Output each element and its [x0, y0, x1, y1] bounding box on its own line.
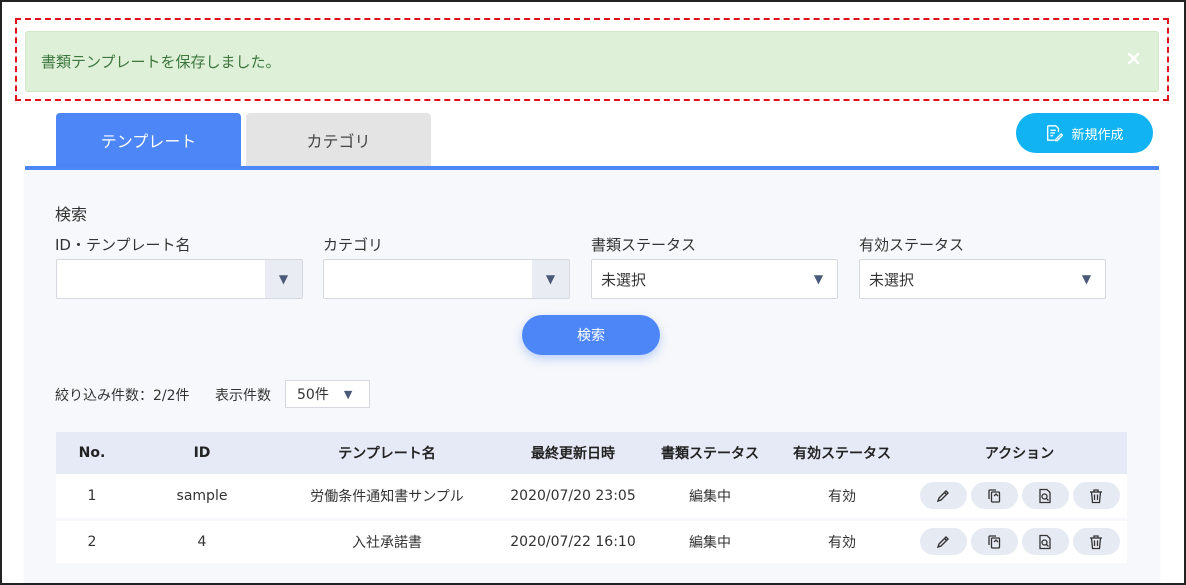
cell-actions: [912, 474, 1127, 519]
copy-button[interactable]: [970, 528, 1018, 555]
cell-active-status: 有効: [828, 488, 856, 505]
header-name: テンプレート名: [338, 446, 436, 462]
preview-icon: [1039, 488, 1051, 503]
field-label-active-status: 有効ステータス: [859, 236, 965, 254]
cell-name: 労働条件通知書サンプル: [310, 488, 464, 505]
template-table: No. ID テンプレート名 最終更新日時 書類ステータス 有効ステータス アク…: [56, 432, 1127, 566]
per-page-label: 表示件数: [215, 388, 271, 404]
cell-no: 2: [87, 533, 97, 550]
alert-message: 書類テンプレートを保存しました。: [41, 53, 281, 71]
header-actions: アクション: [984, 446, 1055, 462]
tab-template[interactable]: テンプレート: [56, 113, 241, 166]
edit-button[interactable]: [919, 482, 967, 510]
success-alert: 書類テンプレートを保存しました。 ×: [25, 31, 1159, 92]
cell-name: 入社承諾書: [352, 534, 422, 551]
header-active-status: 有効ステータス: [793, 446, 891, 462]
close-icon[interactable]: ×: [1125, 48, 1142, 68]
edit-button[interactable]: [919, 528, 967, 555]
cell-updated: 2020/07/22 16:10: [510, 533, 636, 550]
table-header-row: No. ID テンプレート名 最終更新日時 書類ステータス 有効ステータス アク…: [56, 432, 1127, 474]
cell-no: 1: [87, 487, 97, 504]
field-label-id-name: ID・テンプレート名: [55, 236, 191, 254]
preview-button[interactable]: [1021, 528, 1069, 555]
field-label-doc-status: 書類ステータス: [591, 236, 697, 254]
search-title: 検索: [55, 205, 88, 224]
header-doc-status: 書類ステータス: [661, 446, 759, 462]
active-status-value: 未選択: [869, 270, 915, 289]
category-combobox[interactable]: ▼: [323, 259, 570, 299]
search-button[interactable]: 検索: [522, 315, 660, 355]
chevron-down-icon: ▼: [1081, 272, 1092, 286]
pencil-icon: [936, 489, 949, 502]
document-edit-icon: [1047, 125, 1064, 142]
trash-icon: [1090, 489, 1102, 503]
doc-status-value: 未選択: [601, 270, 647, 289]
cell-updated: 2020/07/20 23:05: [510, 487, 636, 504]
cell-doc-status: 編集中: [689, 488, 731, 505]
header-id: ID: [193, 445, 211, 461]
cell-id: 4: [197, 533, 207, 550]
tab-category[interactable]: カテゴリ: [246, 113, 431, 166]
preview-icon: [1039, 534, 1051, 549]
active-status-select[interactable]: 未選択 ▼: [859, 259, 1106, 299]
filter-count: 絞り込み件数：2/2件: [55, 388, 190, 404]
chevron-down-icon: ▼: [813, 272, 824, 286]
cell-doc-status: 編集中: [689, 534, 731, 551]
chevron-down-icon: ▼: [265, 260, 302, 298]
new-create-button[interactable]: 新規作成: [1016, 113, 1153, 153]
header-no: No.: [78, 445, 106, 461]
copy-icon: [988, 489, 1001, 503]
preview-button[interactable]: [1021, 482, 1069, 510]
cell-active-status: 有効: [828, 534, 856, 551]
header-updated: 最終更新日時: [531, 446, 615, 462]
table-row: 2 4 入社承諾書 2020/07/22 16:10 編集中 有効: [56, 519, 1127, 564]
pencil-icon: [936, 535, 949, 548]
new-create-label: 新規作成: [1071, 127, 1124, 143]
copy-button[interactable]: [970, 482, 1018, 510]
per-page-value: 50件: [297, 387, 329, 403]
chevron-down-icon: ▼: [343, 387, 353, 401]
delete-button[interactable]: [1072, 528, 1120, 555]
field-label-category: カテゴリ: [323, 236, 384, 254]
trash-icon: [1090, 534, 1102, 549]
table-row: 1 sample 労働条件通知書サンプル 2020/07/20 23:05 編集…: [56, 474, 1127, 519]
per-page-select[interactable]: 50件 ▼: [285, 380, 370, 408]
copy-icon: [988, 534, 1001, 549]
doc-status-select[interactable]: 未選択 ▼: [591, 259, 838, 299]
id-name-combobox[interactable]: ▼: [56, 259, 303, 299]
chevron-down-icon: ▼: [532, 260, 569, 298]
delete-button[interactable]: [1072, 482, 1120, 510]
cell-actions: [912, 519, 1127, 564]
cell-id: sample: [176, 487, 228, 504]
